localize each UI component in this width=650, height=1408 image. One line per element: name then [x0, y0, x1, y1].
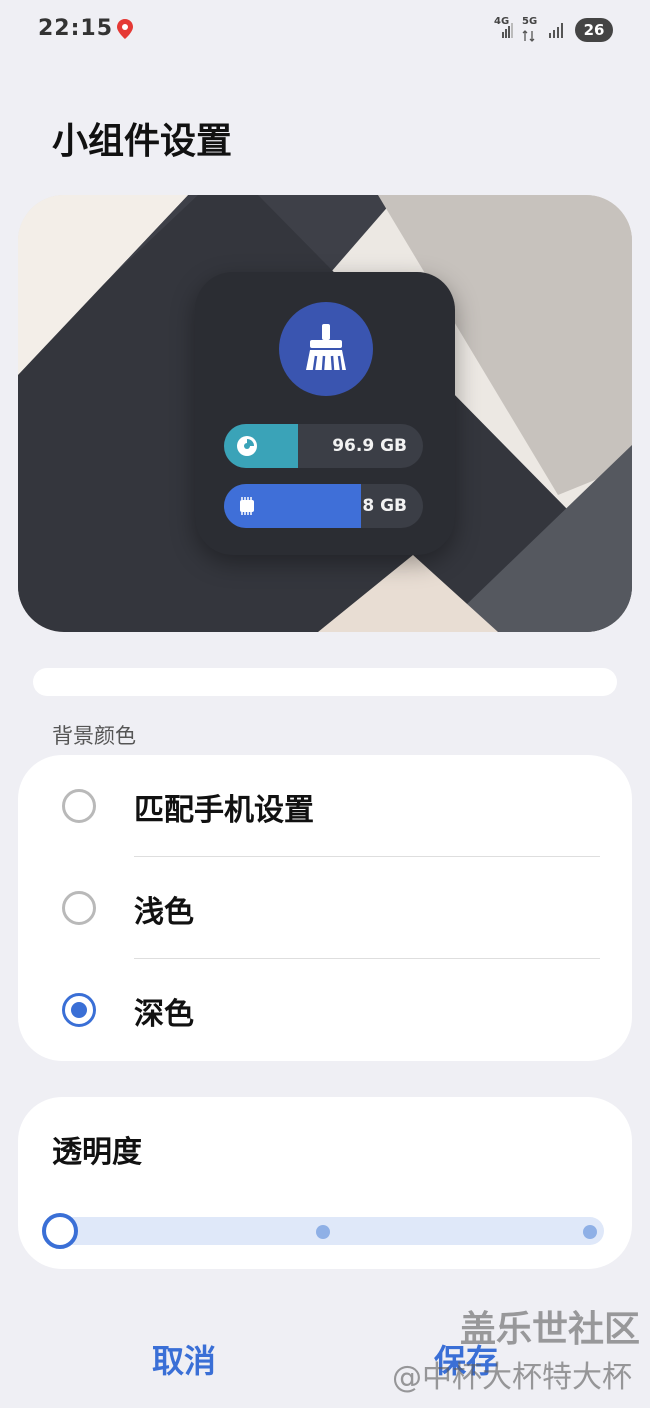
network-label: 5G — [522, 16, 538, 27]
clean-button[interactable] — [279, 302, 373, 396]
broom-clean-icon — [306, 324, 346, 371]
option-dark[interactable]: 深色 — [18, 959, 632, 1061]
chip-icon — [240, 497, 254, 515]
map-pin-icon — [117, 19, 133, 39]
option-light[interactable]: 浅色 — [18, 857, 632, 959]
status-bar: 22:15 4G 5G 26 — [0, 0, 650, 60]
memory-bar: 8 GB — [224, 484, 423, 528]
watermark-author: @中杯大杯特大杯 — [392, 1360, 632, 1395]
arrows-icon — [522, 30, 535, 42]
signal-icon — [549, 23, 563, 38]
signal-icon — [502, 23, 513, 38]
storage-value: 96.9 GB — [332, 436, 407, 456]
transparency-title: 透明度 — [52, 1135, 142, 1170]
cancel-button[interactable]: 取消 — [152, 1336, 216, 1382]
option-label: 匹配手机设置 — [134, 793, 314, 828]
option-label: 浅色 — [134, 895, 194, 930]
slider-thumb[interactable] — [42, 1213, 78, 1249]
pie-chart-icon — [237, 436, 257, 456]
transparency-card: 透明度 — [18, 1097, 632, 1269]
slider-stop — [316, 1225, 330, 1239]
section-label-background-color: 背景颜色 — [52, 724, 136, 748]
battery-indicator: 26 — [575, 18, 613, 42]
storage-bar: 96.9 GB — [224, 424, 423, 468]
memory-value: 8 GB — [362, 496, 407, 516]
radio-button[interactable] — [62, 891, 96, 925]
status-time: 22:15 — [38, 16, 114, 41]
option-match-system[interactable]: 匹配手机设置 — [18, 755, 632, 857]
cleaner-widget[interactable]: 96.9 GB 8 GB — [195, 272, 455, 555]
transparency-slider[interactable] — [42, 1213, 604, 1249]
radio-button[interactable] — [62, 789, 96, 823]
page-title: 小组件设置 — [52, 121, 233, 162]
radio-button-selected[interactable] — [62, 993, 96, 1027]
preview-page-indicator — [33, 668, 617, 696]
watermark-community: 盖乐世社区 — [460, 1309, 641, 1350]
background-color-card: 匹配手机设置 浅色 深色 — [18, 755, 632, 1061]
widget-preview: 96.9 GB 8 GB — [18, 195, 632, 632]
option-label: 深色 — [134, 997, 194, 1032]
slider-stop — [583, 1225, 597, 1239]
